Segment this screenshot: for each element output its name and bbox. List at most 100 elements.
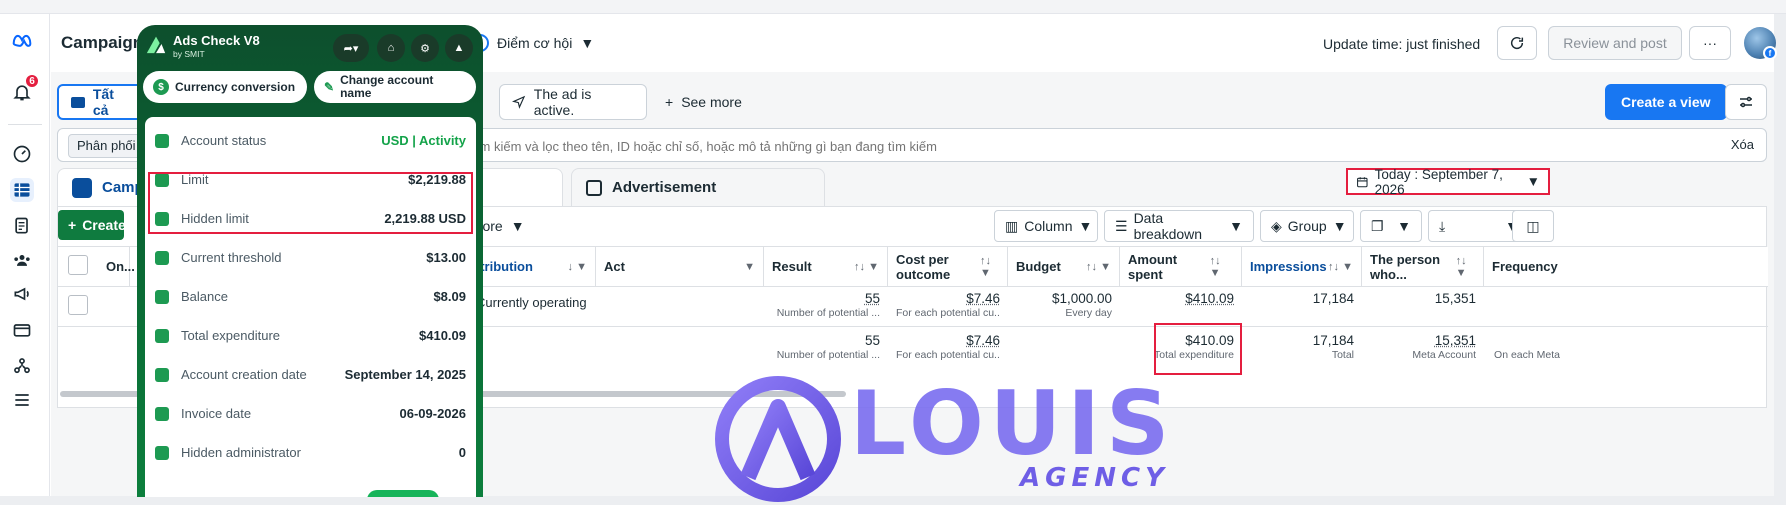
chevron-down-icon: ▼	[744, 260, 755, 273]
status-icon	[155, 133, 169, 148]
summary-frequency-value	[1492, 333, 1560, 348]
info-label: Balance	[181, 289, 228, 304]
filter-all-chip[interactable]: Tất cả	[57, 84, 147, 120]
chart-toggle-button[interactable]: ◫	[1512, 210, 1554, 242]
opportunity-score-dropdown[interactable]: Điểm cơ hội ▼	[471, 34, 594, 52]
create-view-button[interactable]: Create a view	[1605, 84, 1727, 120]
group-button[interactable]: ◈ Group ▼	[1260, 210, 1354, 242]
rail-divider	[8, 124, 42, 125]
frequency-header-label: Frequency	[1492, 259, 1558, 274]
chevron-down-icon: ▼	[580, 35, 595, 51]
summary-impressions: 17,184 Total	[1242, 327, 1362, 387]
window-right-strip	[1774, 14, 1786, 496]
create-button[interactable]: + Create	[58, 210, 126, 240]
select-all-checkbox[interactable]	[68, 255, 88, 275]
info-label: Current threshold	[181, 250, 282, 265]
column-header-amount-spent[interactable]: Amount spent ↑↓ ▼	[1120, 247, 1242, 286]
filter-active-ads-chip[interactable]: The ad is active.	[499, 84, 647, 120]
total-expenditure-highlight	[1154, 323, 1242, 375]
opportunity-score-label: Điểm cơ hội	[497, 35, 573, 51]
download-icon: ⤓	[1439, 217, 1446, 234]
audiences-icon[interactable]	[10, 248, 34, 272]
search-input[interactable]	[468, 135, 1368, 157]
info-value: $8.09	[433, 289, 466, 304]
send-icon	[512, 95, 526, 109]
cost-value: $7.46	[966, 291, 1000, 306]
dashboard-gauge-icon[interactable]	[10, 142, 34, 166]
chevron-down-icon: ▼	[1332, 218, 1347, 234]
calendar-icon	[1357, 176, 1368, 187]
data-breakdown-button[interactable]: ☰ Data breakdown ▼	[1104, 210, 1254, 242]
cost-subtext: For each potential cu...	[896, 307, 1000, 319]
column-header-result[interactable]: Result ↑↓ ▼	[764, 247, 888, 286]
tab-advertisement-label: Advertisement	[612, 179, 717, 196]
info-row-current-threshold: Current threshold $13.00	[145, 238, 476, 277]
refresh-button[interactable]	[1497, 26, 1537, 60]
report-icon: ❐	[1371, 217, 1384, 234]
sliders-icon	[1740, 96, 1752, 108]
home-icon[interactable]: ⌂	[377, 34, 405, 62]
summary-frequency-subtext: On each Meta	[1494, 349, 1560, 361]
row-checkbox[interactable]	[68, 295, 88, 315]
summary-impressions-value: 17,184	[1312, 333, 1354, 348]
panel-action-button[interactable]	[367, 490, 439, 497]
pages-icon[interactable]	[10, 214, 34, 238]
filter-all-label: Tất cả	[92, 86, 114, 118]
date-range-label: Today : September 7, 2026	[1374, 166, 1503, 197]
column-header-on[interactable]: On...	[98, 247, 135, 286]
tab-advertisement[interactable]: Advertisement	[571, 168, 825, 206]
update-time-text: Update time: just finished	[1323, 36, 1481, 52]
ads-manager-table-icon[interactable]	[10, 178, 34, 202]
columns-icon: ▥	[1005, 217, 1019, 234]
meta-logo-icon[interactable]	[10, 28, 34, 52]
review-and-post-button[interactable]: Review and post	[1548, 26, 1682, 60]
impressions-header-label: Impressions	[1250, 259, 1327, 274]
reports-button[interactable]: ❐ ▼	[1360, 210, 1422, 242]
summary-cost: $7.46 For each potential cu...	[888, 327, 1008, 387]
result-subtext: Number of potential ...	[776, 307, 880, 319]
change-account-name-label: Change account name	[340, 73, 434, 100]
refresh-icon	[1510, 36, 1524, 50]
column-header-reach[interactable]: The person who... ↑↓ ▼	[1362, 247, 1484, 286]
info-row-account-status: Account status USD | Activity	[145, 121, 476, 160]
column-header-budget[interactable]: Budget ↑↓ ▼	[1008, 247, 1120, 286]
layers-icon: ◈	[1271, 217, 1282, 234]
more-options-button[interactable]: ···	[1689, 26, 1731, 60]
wallet-icon	[155, 328, 169, 343]
gear-icon[interactable]: ⚙	[411, 34, 439, 62]
summary-result-subtext: Number of potential ...	[776, 349, 880, 361]
columns-button[interactable]: ▥ Column ▼	[994, 210, 1098, 242]
sort-icon: ↑↓ ▼	[1209, 254, 1221, 279]
date-range-picker[interactable]: Today : September 7, 2026 ▼	[1346, 166, 1550, 197]
currency-conversion-button[interactable]: $ Currency conversion	[143, 71, 307, 103]
menu-icon[interactable]	[10, 388, 34, 412]
billing-card-icon[interactable]	[10, 318, 34, 342]
account-info-card: Account status USD | Activity Limit $2,2…	[145, 117, 476, 497]
bell-icon[interactable]: 6	[10, 73, 40, 104]
amount-header-label: Amount spent	[1128, 251, 1178, 282]
clear-search-button[interactable]: Xóa	[1731, 137, 1754, 152]
row-impressions: 17,184	[1242, 287, 1362, 326]
budget-header-label: Budget	[1016, 259, 1061, 274]
info-value: USD | Activity	[381, 133, 466, 148]
megaphone-icon[interactable]	[10, 282, 34, 306]
column-header-frequency[interactable]: Frequency	[1484, 247, 1568, 286]
share-icon[interactable]: ➦▾	[333, 34, 369, 62]
summary-reach-value: 15,351	[1434, 333, 1476, 348]
info-value: $13.00	[426, 250, 466, 265]
chevron-down-icon: ▼	[510, 218, 525, 234]
sort-icon: ↑↓ ▼	[1455, 254, 1467, 279]
search-filter-pill[interactable]: Phân phối	[68, 134, 145, 158]
summary-reach-subtext: Meta Account	[1412, 349, 1476, 361]
column-header-impressions[interactable]: Impressions ↑↓ ▼	[1242, 247, 1362, 286]
info-label: Hidden administrator	[181, 445, 301, 460]
see-more-filters-button[interactable]: + See more	[665, 94, 742, 110]
business-network-icon[interactable]	[10, 354, 34, 378]
threshold-icon	[155, 250, 169, 265]
column-header-act[interactable]: Act ▼	[596, 247, 764, 286]
view-settings-button[interactable]	[1725, 84, 1767, 120]
change-account-name-button[interactable]: ✎ Change account name	[314, 71, 476, 103]
column-header-cost-per-outcome[interactable]: Cost per outcome ↑↓ ▼	[888, 247, 1008, 286]
window-bottom-strip	[0, 496, 1786, 505]
collapse-icon[interactable]: ▲	[445, 34, 473, 62]
